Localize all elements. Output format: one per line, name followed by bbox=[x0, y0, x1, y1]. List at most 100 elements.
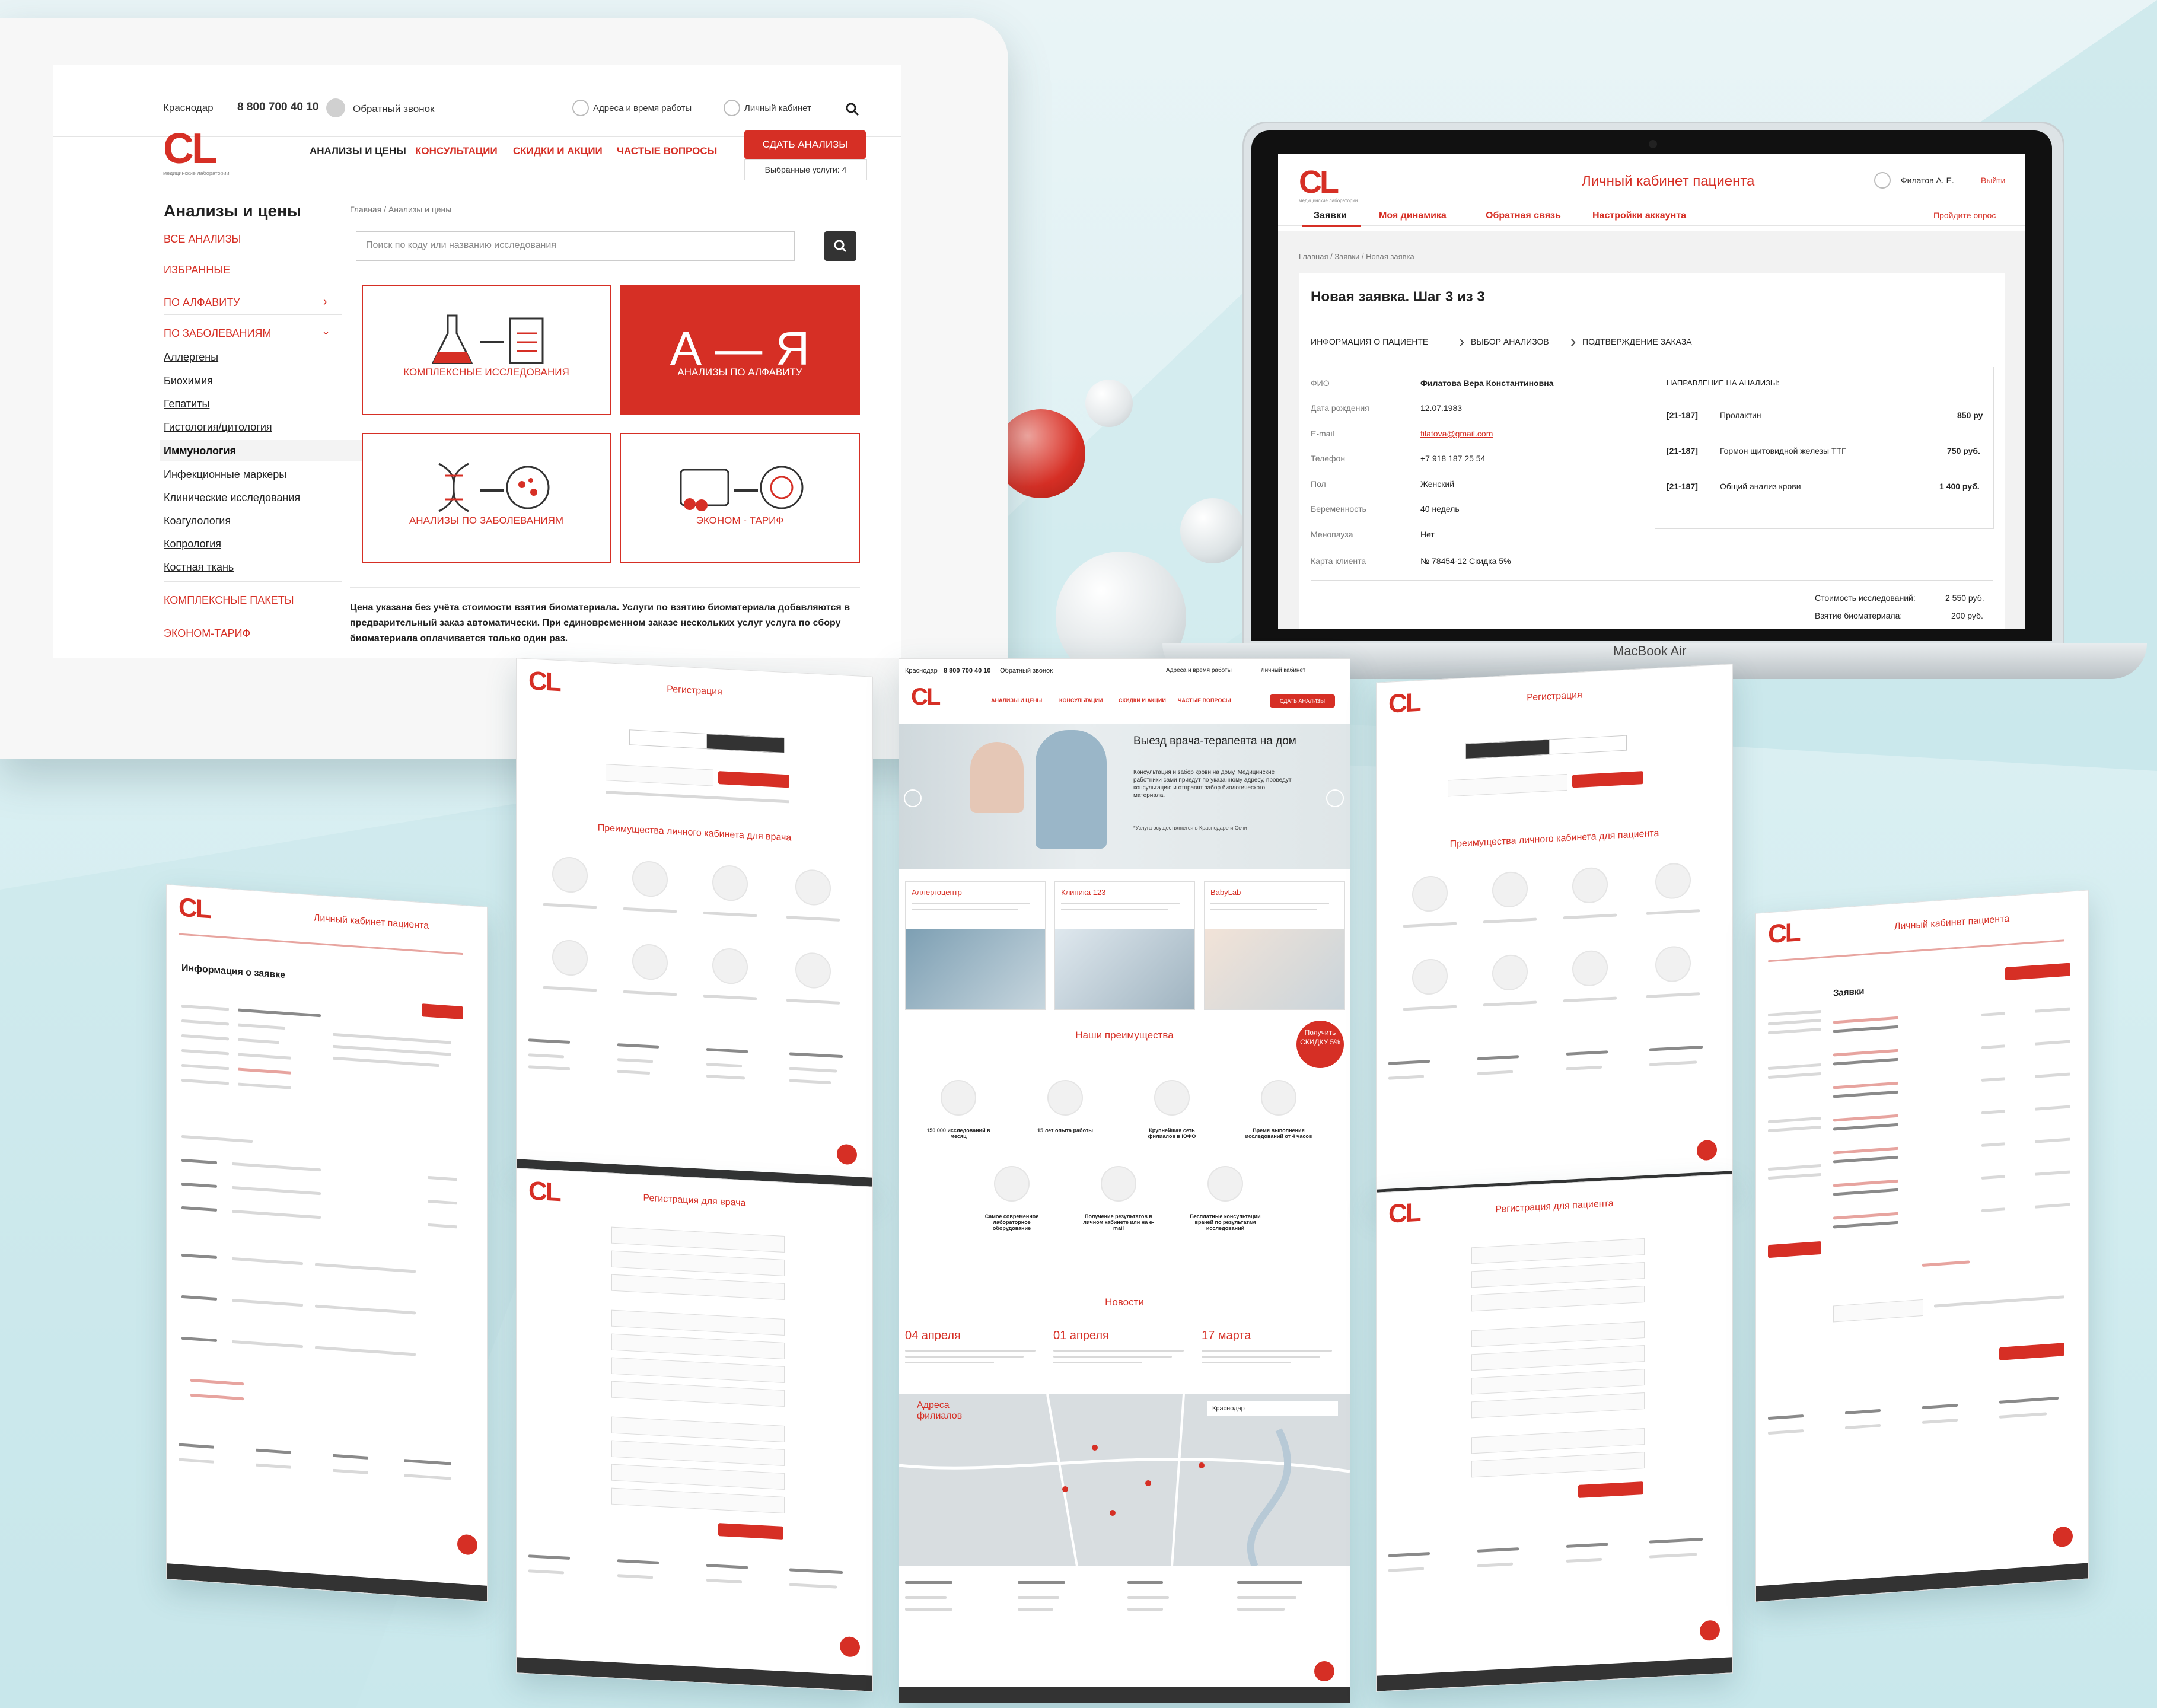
menu-diseases[interactable]: ПО ЗАБОЛЕВАНИЯМ bbox=[164, 327, 271, 340]
next-arrow-icon[interactable] bbox=[1326, 789, 1344, 807]
mini-input[interactable] bbox=[1471, 1345, 1645, 1371]
site-logo[interactable]: CL медицинские лаборатории bbox=[1299, 166, 1358, 203]
mini-nav[interactable]: ЧАСТЫЕ ВОПРОСЫ bbox=[1178, 697, 1231, 703]
map-city-select[interactable]: Краснодар bbox=[1207, 1401, 1338, 1416]
chat-icon[interactable] bbox=[1314, 1661, 1334, 1681]
mini-input[interactable] bbox=[611, 1333, 785, 1359]
mini-input[interactable] bbox=[611, 1381, 785, 1407]
mini-input[interactable] bbox=[611, 1357, 785, 1383]
submenu-item-active[interactable]: Иммунология bbox=[164, 445, 236, 457]
submenu-item[interactable]: Костная ткань bbox=[164, 561, 234, 573]
selected-services[interactable]: Выбранные услуги: 4 bbox=[744, 159, 867, 180]
mini-input[interactable] bbox=[611, 1487, 785, 1513]
mini-callback[interactable]: Обратный звонок bbox=[1000, 667, 1053, 674]
prev-arrow-icon[interactable] bbox=[904, 789, 922, 807]
mini-input[interactable] bbox=[1471, 1392, 1645, 1419]
submenu-item[interactable]: Биохимия bbox=[164, 375, 213, 387]
menu-econom[interactable]: ЭКОНОМ-ТАРИФ bbox=[164, 627, 250, 640]
submenu-item[interactable]: Аллергены bbox=[164, 351, 218, 364]
menu-alphabet[interactable]: ПО АЛФАВИТУ bbox=[164, 297, 240, 309]
mini-input[interactable] bbox=[1471, 1262, 1645, 1288]
submenu-item[interactable]: Копрология bbox=[164, 538, 221, 550]
tab-feedback[interactable]: Обратная связь bbox=[1486, 211, 1561, 221]
cabinet-link[interactable]: Личный кабинет bbox=[744, 103, 811, 113]
mini-input[interactable] bbox=[611, 1250, 785, 1276]
search-button[interactable] bbox=[824, 231, 856, 261]
mini-new-request-button[interactable] bbox=[2005, 963, 2070, 981]
mini-input[interactable] bbox=[611, 1440, 785, 1466]
mini-input[interactable] bbox=[1471, 1321, 1645, 1347]
submenu-item[interactable]: Гепатиты bbox=[164, 398, 209, 410]
site-logo[interactable]: CL медицинские лаборатории bbox=[163, 128, 230, 176]
chat-icon[interactable] bbox=[1700, 1620, 1720, 1642]
mini-nav[interactable]: СКИДКИ И АКЦИИ bbox=[1119, 697, 1166, 703]
mini-input[interactable] bbox=[1471, 1286, 1645, 1312]
step-1[interactable]: ИНФОРМАЦИЯ О ПАЦИЕНТЕ bbox=[1311, 337, 1428, 346]
tab-requests[interactable]: Заявки bbox=[1314, 211, 1347, 221]
mini-cabinet[interactable]: Личный кабинет bbox=[1261, 667, 1305, 674]
clinic-card[interactable]: Клиника 123 bbox=[1054, 881, 1195, 1010]
phone-number[interactable]: 8 800 700 40 10 bbox=[237, 101, 318, 114]
survey-link[interactable]: Пройдите опрос bbox=[1933, 211, 1996, 220]
mini-input[interactable] bbox=[611, 1274, 785, 1300]
email-link[interactable]: filatova@gmail.com bbox=[1420, 429, 1493, 438]
nav-discounts[interactable]: СКИДКИ И АКЦИИ bbox=[513, 145, 603, 157]
submenu-item[interactable]: Клинические исследования bbox=[164, 492, 300, 504]
mini-nav[interactable]: АНАЛИЗЫ И ЦЕНЫ bbox=[991, 697, 1042, 703]
search-input[interactable]: Поиск по коду или названию исследования bbox=[356, 231, 795, 261]
map[interactable]: Адреса филиалов Краснодар bbox=[899, 1394, 1350, 1568]
menu-favorites[interactable]: ИЗБРАННЫЕ bbox=[164, 264, 230, 276]
breadcrumb[interactable]: Главная / Заявки / Новая заявка bbox=[1299, 252, 1414, 261]
tab-doctor[interactable] bbox=[1549, 735, 1627, 755]
logout-link[interactable]: Выйти bbox=[1981, 176, 2005, 185]
mini-addresses[interactable]: Адреса и время работы bbox=[1166, 667, 1232, 674]
user-name[interactable]: Филатов А. Е. bbox=[1901, 176, 1954, 185]
mini-input[interactable] bbox=[611, 1464, 785, 1490]
chat-icon[interactable] bbox=[2053, 1526, 2073, 1548]
city-selector[interactable]: Краснодар bbox=[163, 102, 214, 114]
step-2[interactable]: ВЫБОР АНАЛИЗОВ bbox=[1471, 337, 1549, 346]
mini-filter-button[interactable] bbox=[1768, 1241, 1821, 1258]
mini-input[interactable] bbox=[1471, 1238, 1645, 1264]
tile-econom[interactable]: ЭКОНОМ - ТАРИФ bbox=[620, 433, 860, 563]
mini-input[interactable] bbox=[1471, 1428, 1645, 1454]
tile-complex[interactable]: КОМПЛЕКСНЫЕ ИССЛЕДОВАНИЯ bbox=[362, 285, 611, 415]
mini-input[interactable] bbox=[1833, 1299, 1923, 1323]
mini-input[interactable] bbox=[611, 1309, 785, 1336]
mini-action-button[interactable] bbox=[422, 1003, 463, 1020]
submenu-item[interactable]: Коагулология bbox=[164, 515, 231, 527]
chat-icon[interactable] bbox=[840, 1636, 860, 1658]
clinic-card[interactable]: Аллергоцентр bbox=[905, 881, 1046, 1010]
callback-link[interactable]: Обратный звонок bbox=[353, 103, 434, 115]
mini-cta[interactable]: СДАТЬ АНАЛИЗЫ bbox=[1270, 694, 1335, 708]
clinic-card[interactable]: BabyLab bbox=[1204, 881, 1345, 1010]
search-icon[interactable] bbox=[845, 102, 859, 116]
menu-packages[interactable]: КОМПЛЕКСНЫЕ ПАКЕТЫ bbox=[164, 594, 294, 607]
tab-dynamics[interactable]: Моя динамика bbox=[1379, 211, 1447, 221]
mini-register-button[interactable] bbox=[718, 771, 789, 788]
mini-input[interactable] bbox=[1448, 773, 1567, 797]
tab-settings[interactable]: Настройки аккаунта bbox=[1592, 211, 1686, 221]
submit-analyses-button[interactable]: СДАТЬ АНАЛИЗЫ bbox=[744, 130, 866, 159]
mini-register-button[interactable] bbox=[1578, 1481, 1643, 1498]
step-3[interactable]: ПОДТВЕРЖДЕНИЕ ЗАКАЗА bbox=[1582, 337, 1692, 346]
nav-faq[interactable]: ЧАСТЫЕ ВОПРОСЫ bbox=[617, 145, 717, 157]
tab-patient[interactable] bbox=[1465, 739, 1550, 759]
nav-analyses[interactable]: АНАЛИЗЫ И ЦЕНЫ bbox=[310, 145, 406, 157]
tab-doctor[interactable] bbox=[706, 734, 785, 753]
chat-icon[interactable] bbox=[1697, 1139, 1717, 1161]
breadcrumb[interactable]: Главная / Анализы и цены bbox=[350, 205, 451, 214]
chat-icon[interactable] bbox=[457, 1534, 477, 1556]
mini-input[interactable] bbox=[606, 764, 713, 786]
tile-alphabet[interactable]: А — Я АНАЛИЗЫ ПО АЛФАВИТУ bbox=[620, 285, 860, 415]
mini-register-button[interactable] bbox=[718, 1523, 783, 1540]
submenu-item[interactable]: Инфекционные маркеры bbox=[164, 469, 286, 481]
mini-input[interactable] bbox=[611, 1226, 785, 1253]
mini-input[interactable] bbox=[1471, 1369, 1645, 1395]
mini-input[interactable] bbox=[1471, 1452, 1645, 1478]
nav-consultations[interactable]: КОНСУЛЬТАЦИИ bbox=[415, 145, 498, 157]
mini-input[interactable] bbox=[611, 1416, 785, 1442]
submenu-item[interactable]: Гистология/цитология bbox=[164, 421, 272, 434]
mini-submit-button[interactable] bbox=[1999, 1343, 2064, 1360]
tab-patient[interactable] bbox=[629, 729, 708, 750]
